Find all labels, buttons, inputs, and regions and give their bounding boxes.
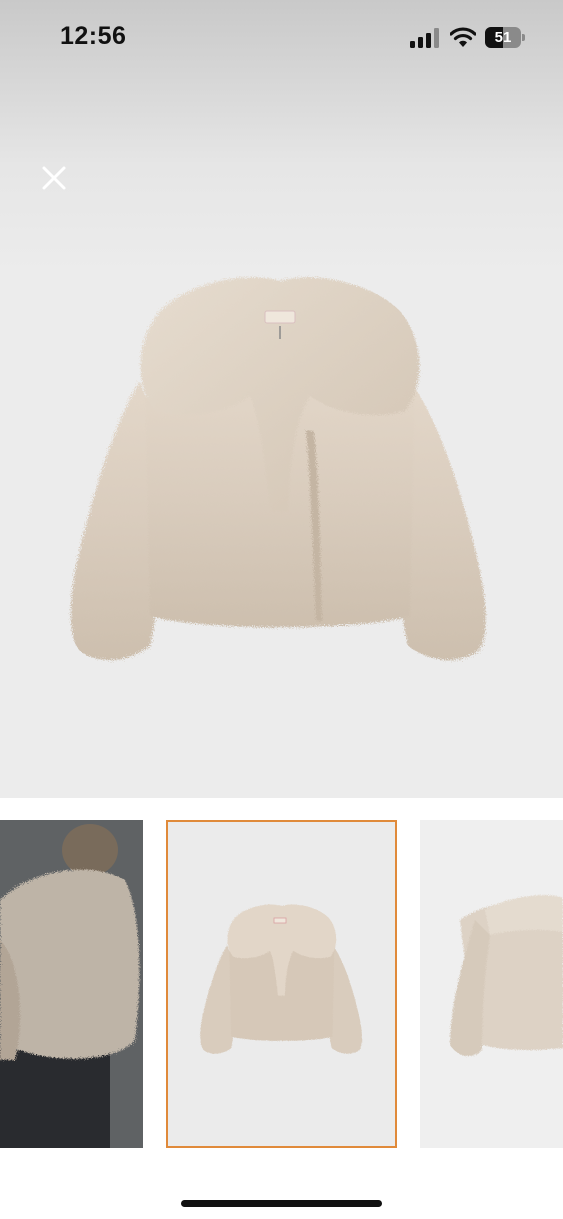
battery-percentage: 51 [494,29,512,46]
thumbnail-back[interactable] [420,820,563,1148]
home-indicator[interactable] [181,1200,382,1207]
status-time: 12:56 [60,22,127,50]
jacket-back-image [420,820,563,1148]
product-image-viewer: 12:56 51 [0,0,563,1219]
thumbnail-model[interactable] [0,820,143,1148]
wifi-icon [450,27,476,47]
thumbnail-front[interactable] [166,820,397,1148]
thumbnail-strip [0,798,563,1178]
fur-jacket-image [70,277,486,661]
model-wearing-jacket-image [0,820,143,1148]
status-bar: 12:56 51 [0,0,563,76]
main-product-image[interactable] [0,76,563,798]
cellular-signal-icon [410,28,439,48]
close-icon [42,166,66,190]
jacket-front-image [168,822,395,1146]
battery-indicator: 51 [485,27,525,48]
close-button[interactable] [36,160,72,196]
